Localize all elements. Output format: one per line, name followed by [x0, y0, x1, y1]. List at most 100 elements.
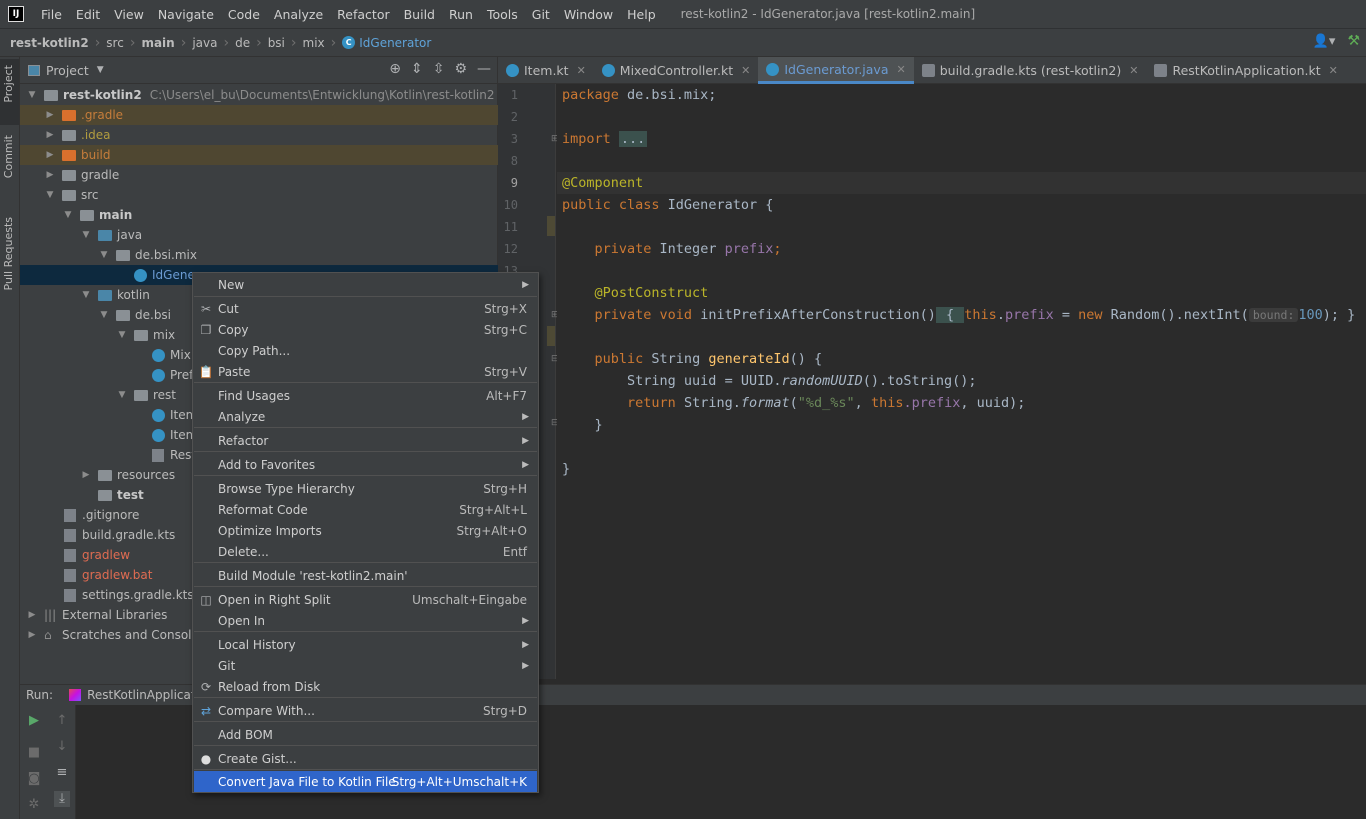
- tree-item-project-root[interactable]: ▼ rest-kotlin2 C:\Users\el_bu\Documents\…: [20, 85, 498, 105]
- expanded-arrow-icon[interactable]: ▼: [80, 290, 92, 300]
- expand-all-icon[interactable]: ⇕: [411, 61, 423, 77]
- menu-item-copy-path[interactable]: Copy Path...: [194, 340, 537, 361]
- crumb-class[interactable]: IdGenerator: [359, 36, 431, 50]
- collapsed-arrow-icon[interactable]: ▶: [44, 150, 56, 160]
- collapsed-arrow-icon[interactable]: ▶: [80, 470, 92, 480]
- menu-item-find-usages[interactable]: Find Usages Alt+F7: [194, 385, 537, 406]
- arrow-down-icon[interactable]: ↓: [54, 739, 70, 755]
- close-icon[interactable]: ✕: [1129, 64, 1138, 77]
- tab-rest-application[interactable]: RestKotlinApplication.kt ✕: [1146, 57, 1345, 84]
- code-editor[interactable]: package de.bsi.mix; import ... @Componen…: [557, 84, 1366, 679]
- arrow-up-icon[interactable]: ↑: [54, 713, 70, 729]
- expanded-arrow-icon[interactable]: ▼: [62, 210, 74, 220]
- collapsed-arrow-icon[interactable]: ▶: [44, 170, 56, 180]
- crumb-main[interactable]: main: [141, 36, 174, 50]
- run-tab[interactable]: RestKotlinApplicatio: [69, 688, 206, 702]
- build-hammer-icon[interactable]: ⚒: [1347, 33, 1360, 49]
- folded-imports[interactable]: ...: [618, 131, 648, 147]
- crumb-project[interactable]: rest-kotlin2: [10, 36, 89, 50]
- menu-item-add-bom[interactable]: Add BOM: [194, 724, 537, 745]
- tab-item-kt[interactable]: Item.kt ✕: [498, 57, 594, 84]
- collapsed-arrow-icon[interactable]: ▶: [26, 610, 38, 620]
- chevron-down-icon[interactable]: ▼: [97, 65, 104, 75]
- tool-tab-pull-requests[interactable]: Pull Requests: [2, 217, 15, 290]
- tree-item-gradle-cache[interactable]: ▶ .gradle: [20, 105, 498, 125]
- collapsed-arrow-icon[interactable]: ▶: [44, 110, 56, 120]
- rerun-icon[interactable]: ▶: [26, 713, 42, 729]
- expanded-arrow-icon[interactable]: ▼: [26, 90, 38, 100]
- tree-item-gradle[interactable]: ▶ gradle: [20, 165, 498, 185]
- tree-item-idea[interactable]: ▶ .idea: [20, 125, 498, 145]
- crumb-de[interactable]: de: [235, 36, 250, 50]
- tab-build-gradle[interactable]: build.gradle.kts (rest-kotlin2) ✕: [914, 57, 1147, 84]
- locate-file-icon[interactable]: ⊕: [389, 61, 401, 77]
- menu-window[interactable]: Window: [557, 7, 620, 22]
- menu-item-open-right-split[interactable]: ◫ Open in Right Split Umschalt+Eingabe: [194, 589, 537, 610]
- tree-item-build[interactable]: ▶ build: [20, 145, 498, 165]
- collapsed-arrow-icon[interactable]: ▶: [26, 630, 38, 640]
- menu-item-open-in[interactable]: Open In ▶: [194, 610, 537, 631]
- expanded-arrow-icon[interactable]: ▼: [44, 190, 56, 200]
- hide-panel-icon[interactable]: —: [477, 61, 491, 77]
- expanded-arrow-icon[interactable]: ▼: [116, 390, 128, 400]
- menu-item-new[interactable]: New ▶: [194, 274, 537, 295]
- menu-item-delete[interactable]: Delete... Entf: [194, 541, 537, 562]
- tree-item-java[interactable]: ▼ java: [20, 225, 498, 245]
- tool-tab-project[interactable]: Project: [2, 65, 15, 103]
- collapse-all-icon[interactable]: ⇳: [433, 61, 445, 77]
- tab-idgenerator[interactable]: IdGenerator.java ✕: [758, 57, 914, 84]
- tool-tab-commit[interactable]: Commit: [2, 135, 15, 178]
- expanded-arrow-icon[interactable]: ▼: [116, 330, 128, 340]
- menu-view[interactable]: View: [107, 7, 151, 22]
- menu-item-reload-from-disk[interactable]: ⟳ Reload from Disk: [194, 676, 537, 697]
- menu-item-paste[interactable]: 📋 Paste Strg+V: [194, 361, 537, 382]
- crumb-src[interactable]: src: [106, 36, 124, 50]
- soft-wrap-icon[interactable]: ≡: [54, 765, 70, 781]
- menu-build[interactable]: Build: [397, 7, 442, 22]
- menu-file[interactable]: File: [34, 7, 69, 22]
- menu-git[interactable]: Git: [525, 7, 557, 22]
- tree-item-main[interactable]: ▼ main: [20, 205, 498, 225]
- close-icon[interactable]: ✕: [897, 63, 906, 76]
- menu-item-compare-with[interactable]: ⇄ Compare With... Strg+D: [194, 700, 537, 721]
- crumb-bsi[interactable]: bsi: [268, 36, 285, 50]
- expanded-arrow-icon[interactable]: ▼: [80, 230, 92, 240]
- menu-item-build-module[interactable]: Build Module 'rest-kotlin2.main': [194, 565, 537, 586]
- settings-icon[interactable]: ✲: [26, 797, 42, 813]
- menu-item-browse-type-hierarchy[interactable]: Browse Type Hierarchy Strg+H: [194, 478, 537, 499]
- menu-item-cut[interactable]: ✂ Cut Strg+X: [194, 298, 537, 319]
- menu-item-convert-java-to-kotlin[interactable]: Convert Java File to Kotlin File Strg+Alt…: [194, 771, 537, 792]
- menu-help[interactable]: Help: [620, 7, 663, 22]
- menu-item-add-to-favorites[interactable]: Add to Favorites ▶: [194, 454, 537, 475]
- user-icon[interactable]: 👤▾: [1313, 34, 1336, 49]
- gear-icon[interactable]: ⚙: [454, 61, 467, 77]
- menu-refactor[interactable]: Refactor: [330, 7, 396, 22]
- expanded-arrow-icon[interactable]: ▼: [98, 310, 110, 320]
- tree-item-de-bsi-mix[interactable]: ▼ de.bsi.mix: [20, 245, 498, 265]
- menu-item-create-gist[interactable]: ● Create Gist...: [194, 748, 537, 769]
- crumb-java[interactable]: java: [192, 36, 217, 50]
- camera-icon[interactable]: ◙: [26, 771, 42, 787]
- scroll-to-end-icon[interactable]: ⤓: [54, 791, 70, 807]
- stop-icon[interactable]: ■: [26, 745, 42, 761]
- menu-tools[interactable]: Tools: [480, 7, 525, 22]
- menu-item-reformat-code[interactable]: Reformat Code Strg+Alt+L: [194, 499, 537, 520]
- menu-item-copy[interactable]: ❐ Copy Strg+C: [194, 319, 537, 340]
- menu-item-optimize-imports[interactable]: Optimize Imports Strg+Alt+O: [194, 520, 537, 541]
- menu-run[interactable]: Run: [442, 7, 480, 22]
- tree-item-src[interactable]: ▼ src: [20, 185, 498, 205]
- crumb-mix[interactable]: mix: [303, 36, 325, 50]
- close-icon[interactable]: ✕: [741, 64, 750, 77]
- menu-item-local-history[interactable]: Local History ▶: [194, 634, 537, 655]
- collapsed-arrow-icon[interactable]: ▶: [44, 130, 56, 140]
- project-view-title[interactable]: Project: [46, 63, 89, 78]
- menu-analyze[interactable]: Analyze: [267, 7, 330, 22]
- menu-item-analyze[interactable]: Analyze ▶: [194, 406, 537, 427]
- menu-edit[interactable]: Edit: [69, 7, 107, 22]
- menu-item-git[interactable]: Git ▶: [194, 655, 537, 676]
- menu-code[interactable]: Code: [221, 7, 267, 22]
- menu-navigate[interactable]: Navigate: [151, 7, 221, 22]
- menu-item-refactor[interactable]: Refactor ▶: [194, 430, 537, 451]
- close-icon[interactable]: ✕: [577, 64, 586, 77]
- tab-mixed-controller[interactable]: MixedController.kt ✕: [594, 57, 759, 84]
